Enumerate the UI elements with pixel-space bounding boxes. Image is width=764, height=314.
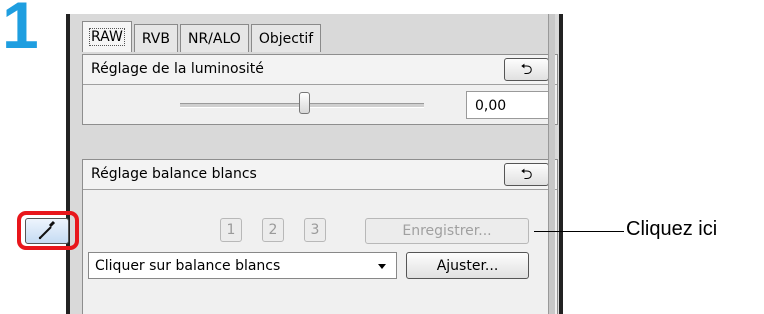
brightness-header: Réglage de la luminosité ⮌	[83, 55, 557, 85]
save-button[interactable]: Enregistrer...	[365, 218, 529, 244]
preset-3-button[interactable]: 3	[304, 218, 326, 242]
tab-rvb[interactable]: RVB	[133, 24, 178, 52]
tab-bar: RAW RVB NR/ALO Objectif	[82, 21, 323, 54]
white-balance-reset-button[interactable]: ⮌	[504, 163, 549, 186]
reset-arrow-icon: ⮌	[520, 165, 533, 183]
brightness-reset-button[interactable]: ⮌	[504, 58, 549, 81]
brightness-title: Réglage de la luminosité	[91, 61, 264, 77]
white-balance-title: Réglage balance blancs	[91, 166, 257, 182]
eyedropper-highlight	[17, 211, 79, 250]
white-balance-mode-select[interactable]: Cliquer sur balance blancs	[88, 252, 397, 279]
white-balance-header: Réglage balance blancs ⮌	[83, 160, 557, 190]
reset-arrow-icon: ⮌	[520, 60, 533, 78]
brightness-value-field[interactable]: 0,00	[466, 91, 552, 119]
tab-objectif[interactable]: Objectif	[250, 24, 322, 52]
step-number: 1	[2, 0, 39, 62]
chevron-down-icon	[378, 264, 386, 269]
adjust-button[interactable]: Ajuster...	[406, 252, 529, 279]
palette-scroll-edge	[548, 14, 555, 314]
callout-text: Cliquez ici	[626, 218, 718, 240]
tab-raw[interactable]: RAW	[82, 21, 132, 52]
preset-2-button[interactable]: 2	[262, 218, 284, 242]
brightness-section: Réglage de la luminosité ⮌ 0,00	[82, 54, 558, 125]
callout-line	[534, 231, 624, 232]
white-balance-mode-value: Cliquer sur balance blancs	[95, 258, 281, 274]
brightness-slider-thumb[interactable]	[299, 92, 310, 114]
tab-label: RAW	[89, 28, 125, 46]
tab-nr-alo[interactable]: NR/ALO	[179, 24, 249, 52]
preset-1-button[interactable]: 1	[220, 218, 242, 242]
